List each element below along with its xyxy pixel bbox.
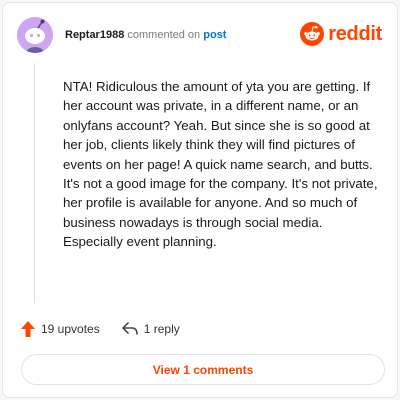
comment-actions: 19 upvotes 1 reply bbox=[21, 321, 180, 337]
view-comments-button[interactable]: View 1 comments bbox=[21, 354, 385, 385]
reply-count: 1 reply bbox=[143, 322, 180, 336]
upvote-arrow-icon bbox=[21, 321, 35, 337]
comment-body: NTA! Ridiculous the amount of yta you ar… bbox=[63, 79, 378, 250]
reddit-logo-icon bbox=[300, 22, 325, 46]
username[interactable]: Reptar1988 bbox=[65, 29, 124, 41]
thread-line[interactable] bbox=[34, 63, 35, 303]
brand-name: reddit bbox=[328, 22, 382, 45]
action-text: commented on bbox=[127, 29, 201, 41]
upvote-button[interactable]: 19 upvotes bbox=[21, 321, 100, 337]
reply-button[interactable]: 1 reply bbox=[121, 322, 180, 336]
upvote-count: 19 upvotes bbox=[41, 322, 100, 336]
comment-card: Reptar1988 commented on post reddit NTA!… bbox=[2, 2, 398, 398]
comment-header: Reptar1988 commented on post bbox=[65, 29, 226, 41]
reddit-brand: reddit bbox=[300, 22, 382, 46]
post-link[interactable]: post bbox=[203, 29, 226, 41]
avatar[interactable] bbox=[17, 17, 53, 53]
snoo-avatar-icon bbox=[17, 17, 53, 53]
reply-arrow-icon bbox=[121, 322, 138, 335]
